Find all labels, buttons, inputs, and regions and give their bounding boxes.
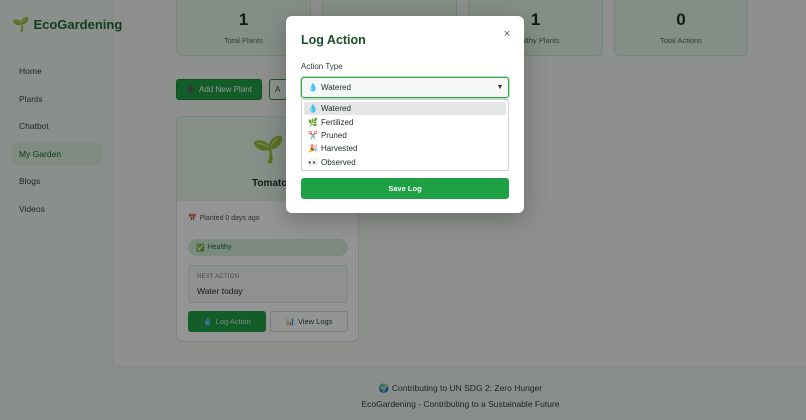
herb-icon: 🌿 [308, 117, 318, 127]
action-type-value: Watered [320, 83, 351, 92]
save-log-button[interactable]: Save Log [301, 178, 509, 199]
option-label: Harvested [320, 144, 358, 154]
option-watered[interactable]: 💧 Watered [304, 102, 506, 116]
water-drop-icon: 💧 [308, 104, 318, 114]
modal-title: Log Action [301, 33, 366, 47]
action-type-select[interactable]: 💧 Watered ▼ [301, 77, 509, 98]
option-observed[interactable]: 👀 Observed [304, 156, 506, 169]
eyes-icon: 👀 [308, 157, 318, 167]
action-type-dropdown: 💧 Watered 🌿 Fertilized ✂️ Pruned 🎉 Harve… [301, 99, 509, 171]
option-label: Observed [320, 157, 356, 167]
option-label: Pruned [320, 130, 347, 140]
water-drop-icon: 💧 [308, 83, 318, 92]
party-popper-icon: 🎉 [308, 144, 318, 154]
option-label: Watered [320, 104, 351, 114]
option-pruned[interactable]: ✂️ Pruned [304, 129, 506, 142]
option-label: Fertilized [320, 117, 354, 127]
log-action-modal: Log Action × Action Type 💧 Watered ▼ 💧 W… [286, 16, 524, 213]
close-icon[interactable]: × [500, 27, 514, 41]
option-harvested[interactable]: 🎉 Harvested [304, 142, 506, 155]
chevron-down-icon: ▼ [496, 84, 504, 91]
action-type-label: Action Type [301, 62, 343, 71]
option-fertilized[interactable]: 🌿 Fertilized [304, 115, 506, 128]
scissors-icon: ✂️ [308, 130, 318, 140]
